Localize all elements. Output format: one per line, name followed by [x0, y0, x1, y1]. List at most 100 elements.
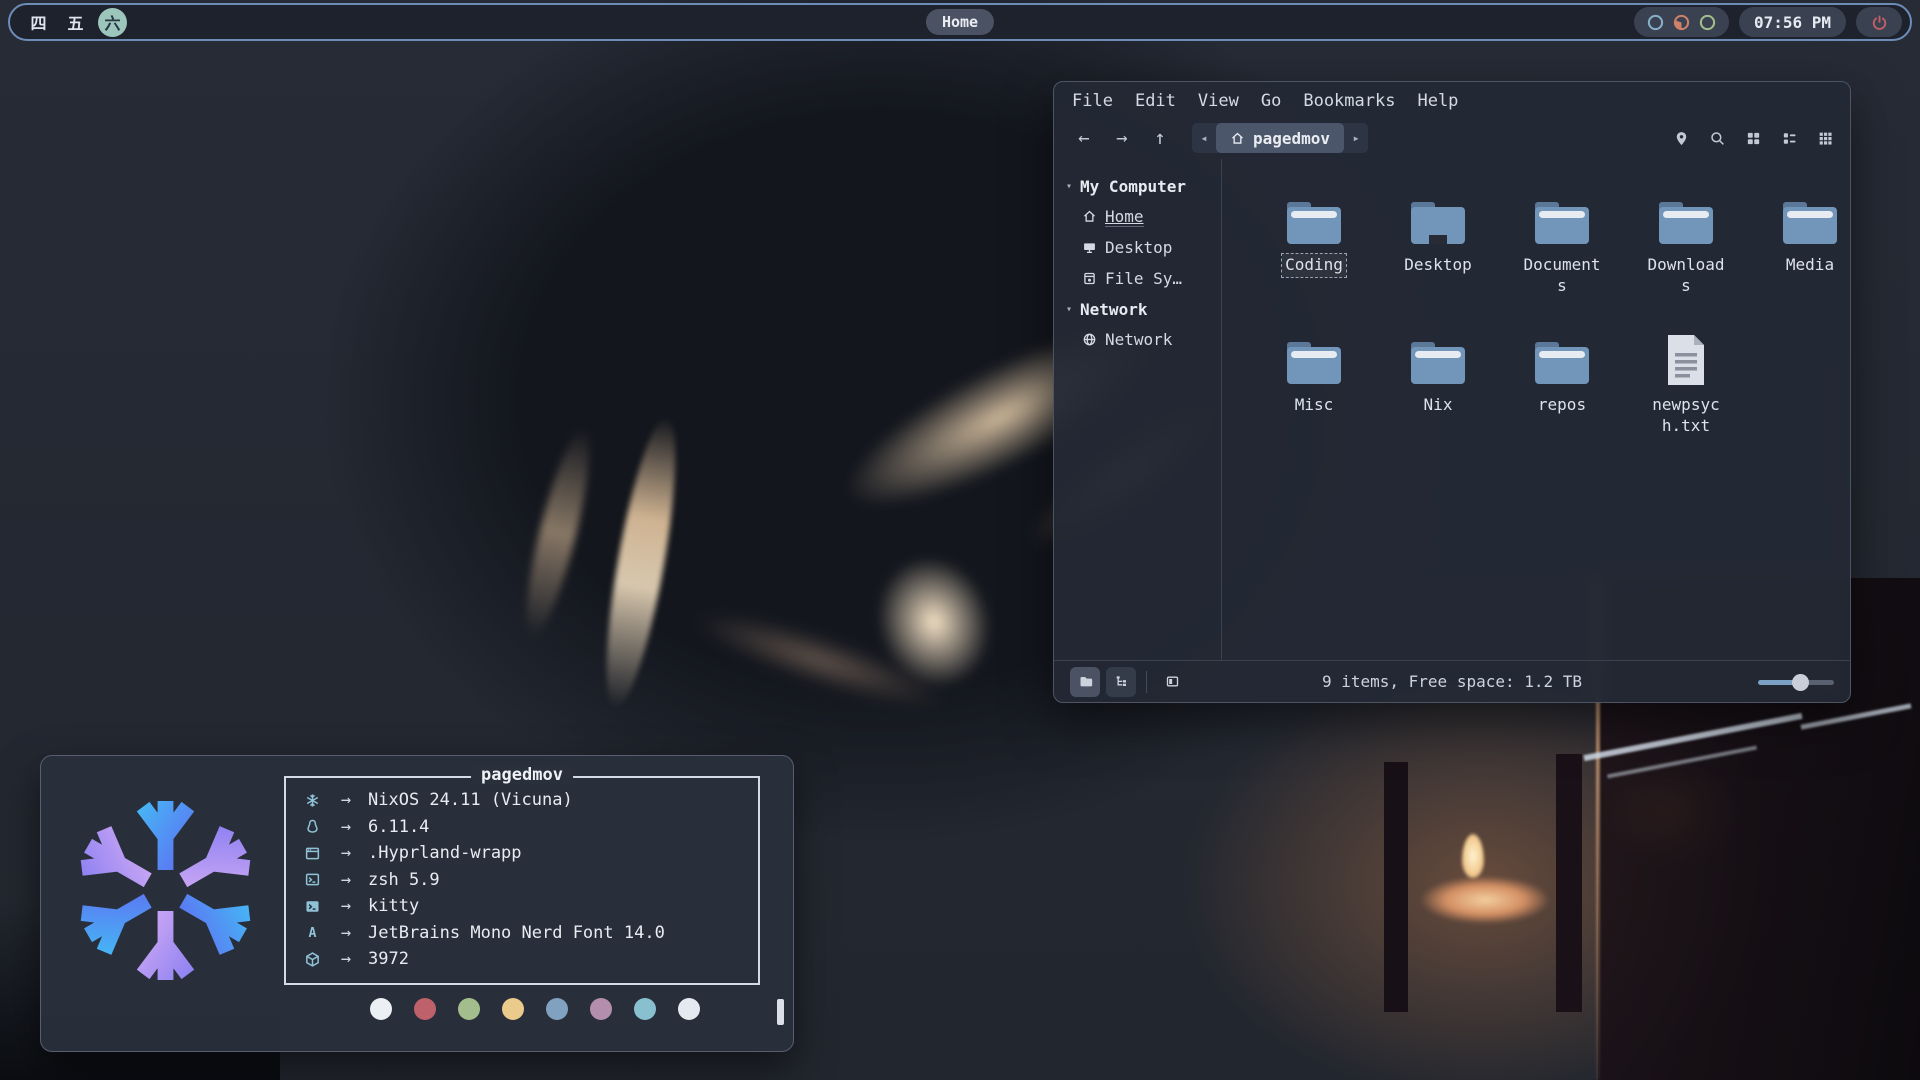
file-manager-window: File Edit View Go Bookmarks Help ← → ↑ ◂… — [1053, 81, 1851, 703]
wallpaper-hair-strand — [593, 413, 690, 712]
workspace-4[interactable]: 四 — [24, 8, 53, 37]
nixos-logo — [63, 788, 268, 993]
sidebar: ▾ My Computer Home Desktop — [1054, 159, 1222, 660]
indicator-green-circle-icon — [1699, 14, 1716, 31]
menu-edit[interactable]: Edit — [1135, 91, 1176, 111]
file-item-repos[interactable]: repos — [1500, 327, 1624, 467]
collapse-arrow-icon: ▾ — [1066, 304, 1072, 315]
fastfetch-hostname: pagedmov — [471, 765, 573, 785]
workspace-switcher: 四 五 六 — [24, 8, 127, 37]
fastfetch-row-wm: → .Hyprland-wrapp — [300, 840, 744, 867]
home-icon — [1230, 131, 1245, 146]
desktop-folder-icon — [1407, 187, 1469, 249]
menu-go[interactable]: Go — [1261, 91, 1281, 111]
search-icon[interactable] — [1709, 130, 1726, 147]
fastfetch-row-os: → NixOS 24.11 (Vicuna) — [300, 787, 744, 814]
file-item-media[interactable]: Media — [1748, 187, 1872, 327]
indicator-orange-circle-icon — [1673, 14, 1690, 31]
fastfetch-row-packages: → 3972 — [300, 946, 744, 973]
folder-icon — [1078, 674, 1093, 689]
hard-drive-icon — [1082, 271, 1097, 286]
folder-icon — [1283, 187, 1345, 249]
svg-text:A: A — [308, 926, 316, 941]
power-button[interactable] — [1856, 7, 1902, 37]
terminal-icon — [300, 898, 324, 915]
path-segment-home[interactable]: pagedmov — [1216, 123, 1344, 153]
sidebar-item-file-system[interactable]: File Sy… — [1066, 263, 1221, 294]
tree-icon — [1114, 674, 1129, 689]
palette-dot — [590, 998, 612, 1020]
palette-dot — [502, 998, 524, 1020]
sidebar-section-my-computer[interactable]: ▾ My Computer — [1066, 171, 1221, 201]
indicator-blue-circle-icon — [1647, 14, 1664, 31]
workspace-6-active[interactable]: 六 — [98, 8, 127, 37]
toolbar: ← → ↑ ◂ pagedmov ▸ — [1054, 117, 1850, 159]
nixos-icon — [300, 792, 324, 809]
folder-icon — [1655, 187, 1717, 249]
back-button[interactable]: ← — [1070, 127, 1098, 149]
file-item-downloads[interactable]: Downloads — [1624, 187, 1748, 327]
icon-view-icon[interactable] — [1745, 130, 1762, 147]
wallpaper-candle-cup — [1420, 876, 1550, 924]
home-icon — [1082, 209, 1097, 224]
menu-bookmarks[interactable]: Bookmarks — [1303, 91, 1395, 111]
menu-help[interactable]: Help — [1417, 91, 1458, 111]
wallpaper-lantern-bar — [1556, 754, 1582, 1012]
file-item-coding[interactable]: Coding — [1252, 187, 1376, 327]
menu-view[interactable]: View — [1198, 91, 1239, 111]
tree-view-toggle-button[interactable] — [1106, 667, 1136, 697]
palette-dot — [414, 998, 436, 1020]
sidebar-item-network[interactable]: Network — [1066, 324, 1221, 355]
fastfetch-row-kernel: → 6.11.4 — [300, 814, 744, 841]
location-pin-icon[interactable] — [1673, 130, 1690, 147]
statusbar-separator — [1146, 671, 1147, 693]
status-bar: 四 五 六 Home 07:56 PM — [8, 3, 1912, 41]
zoom-slider[interactable] — [1758, 672, 1834, 692]
icon-view-toggle-button[interactable] — [1070, 667, 1100, 697]
path-scroll-right-icon[interactable]: ▸ — [1344, 123, 1368, 153]
file-item-nix[interactable]: Nix — [1376, 327, 1500, 467]
folder-icon — [1531, 187, 1593, 249]
palette-dot — [546, 998, 568, 1020]
text-file-icon — [1662, 327, 1710, 389]
side-panel-toggle-button[interactable] — [1157, 667, 1187, 697]
desktop-icon — [1082, 240, 1097, 255]
path-scroll-left-icon[interactable]: ◂ — [1192, 123, 1216, 153]
menu-file[interactable]: File — [1072, 91, 1113, 111]
palette-dot — [634, 998, 656, 1020]
forward-button[interactable]: → — [1108, 127, 1136, 149]
font-icon: A — [300, 924, 324, 941]
items-summary: 9 items, Free space: 1.2 TB — [1322, 672, 1582, 691]
slider-thumb[interactable] — [1792, 674, 1809, 691]
window-manager-icon — [300, 845, 324, 862]
compact-view-icon[interactable] — [1817, 130, 1834, 147]
collapse-arrow-icon: ▾ — [1066, 181, 1072, 192]
palette-dot — [678, 998, 700, 1020]
fastfetch-row-shell: → zsh 5.9 — [300, 867, 744, 894]
palette-dot — [458, 998, 480, 1020]
workspace-5[interactable]: 五 — [61, 8, 90, 37]
sidebar-item-desktop[interactable]: Desktop — [1066, 232, 1221, 263]
fastfetch-row-font: A → JetBrains Mono Nerd Font 14.0 — [300, 920, 744, 947]
folder-icon — [1407, 327, 1469, 389]
file-item-newpsych-txt[interactable]: newpsych.txt — [1624, 327, 1748, 467]
file-item-desktop[interactable]: Desktop — [1376, 187, 1500, 327]
palette-dot — [370, 998, 392, 1020]
file-item-misc[interactable]: Misc — [1252, 327, 1376, 467]
terminal-scrollbar[interactable] — [777, 999, 784, 1025]
sidebar-item-home[interactable]: Home — [1066, 201, 1221, 232]
window-statusbar: 9 items, Free space: 1.2 TB — [1054, 660, 1850, 702]
sidebar-section-network[interactable]: ▾ Network — [1066, 294, 1221, 324]
packages-icon — [300, 951, 324, 968]
clock: 07:56 PM — [1739, 7, 1846, 37]
folder-icon — [1531, 327, 1593, 389]
list-view-icon[interactable] — [1781, 130, 1798, 147]
active-window-title: Home — [926, 9, 994, 35]
file-item-documents[interactable]: Documents — [1500, 187, 1624, 327]
wallpaper-candle-flame — [1462, 834, 1484, 878]
folder-icon — [1283, 327, 1345, 389]
up-button[interactable]: ↑ — [1146, 127, 1174, 149]
panel-toggle-icon — [1165, 674, 1180, 689]
status-indicators — [1634, 7, 1729, 37]
power-icon — [1871, 14, 1888, 31]
